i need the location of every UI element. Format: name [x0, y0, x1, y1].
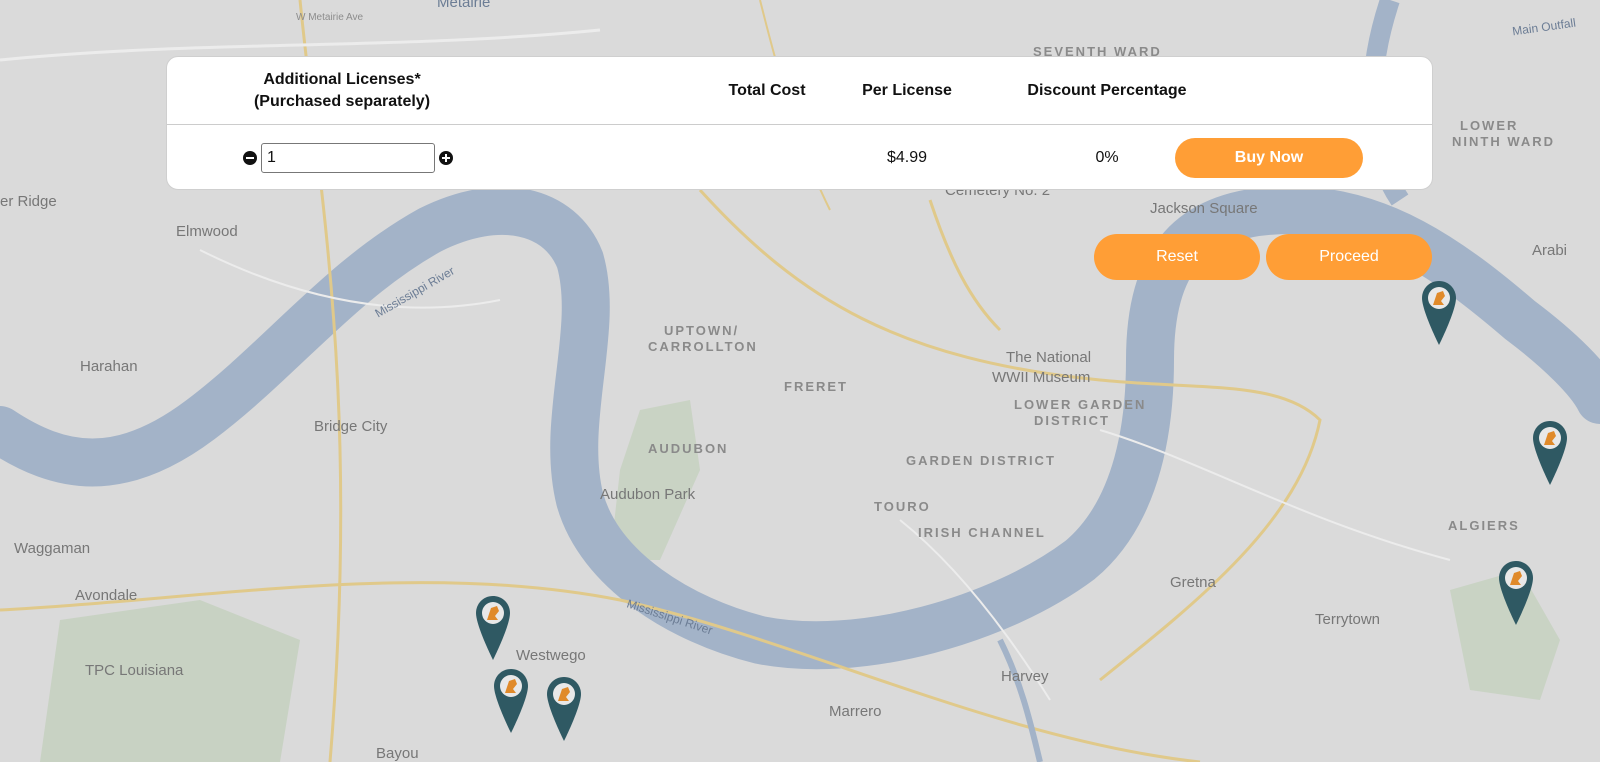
- map-label: Marrero: [829, 703, 882, 720]
- map-label: NINTH WARD: [1452, 134, 1556, 149]
- map-label: Terrytown: [1315, 611, 1381, 628]
- header-licenses-line2: (Purchased separately): [253, 93, 431, 110]
- table-header: Additional Licenses* (Purchased separate…: [167, 57, 1432, 125]
- map-label: Audubon Park: [600, 486, 696, 503]
- header-discount-percentage: Discount Percentage: [1027, 82, 1187, 99]
- map-label: Arabi: [1532, 242, 1568, 259]
- header-licenses-line1: Additional Licenses*: [263, 71, 421, 88]
- minus-circle-icon[interactable]: [243, 151, 257, 165]
- map-label: Bridge City: [314, 418, 388, 435]
- map-label: Harvey: [1001, 668, 1049, 685]
- map-pin-icon[interactable]: [492, 667, 530, 735]
- map-label: Elmwood: [176, 223, 238, 240]
- map-label: Metairie: [437, 0, 491, 11]
- map-label: Avondale: [75, 587, 138, 604]
- header-per-license: Per License: [862, 82, 952, 99]
- map-label: er Ridge: [0, 193, 57, 210]
- map-label: LOWER: [1460, 118, 1519, 133]
- map-label: UPTOWN/: [664, 323, 740, 338]
- map-label: IRISH CHANNEL: [918, 525, 1046, 540]
- map-label: TOURO: [874, 499, 931, 514]
- map-label: The National: [1006, 349, 1092, 366]
- map-label: W Metairie Ave: [296, 12, 364, 23]
- map-label: CARROLLTON: [648, 339, 758, 354]
- header-additional-licenses: Additional Licenses* (Purchased separate…: [227, 69, 457, 113]
- map-label: Westwego: [516, 647, 586, 664]
- header-total-cost: Total Cost: [728, 82, 806, 99]
- map-label: WWII Museum: [992, 369, 1091, 386]
- map-label: DISTRICT: [1034, 413, 1110, 428]
- map-pin-icon[interactable]: [1420, 279, 1458, 347]
- quantity-input[interactable]: [261, 143, 435, 173]
- map-label: Waggaman: [14, 540, 91, 557]
- map-label: ALGIERS: [1448, 518, 1520, 533]
- map-label: Harahan: [80, 358, 138, 375]
- map-label: Jackson Square: [1150, 200, 1258, 217]
- map-pin-icon[interactable]: [545, 675, 583, 743]
- map-label: GARDEN DISTRICT: [906, 453, 1056, 468]
- map-pin-icon[interactable]: [1531, 419, 1569, 487]
- map-label: AUDUBON: [648, 441, 729, 456]
- map-label: TPC Louisiana: [85, 662, 184, 679]
- reset-button[interactable]: Reset: [1094, 234, 1260, 280]
- per-license-value: $4.99: [886, 149, 928, 166]
- plus-circle-icon[interactable]: [439, 151, 453, 165]
- table-row: $4.99 0% Buy Now: [167, 125, 1432, 191]
- proceed-button[interactable]: Proceed: [1266, 234, 1432, 280]
- map-label: LOWER GARDEN: [1014, 397, 1147, 412]
- map-pin-icon[interactable]: [474, 594, 512, 662]
- quantity-stepper: [243, 142, 453, 174]
- map-label: FRERET: [784, 379, 848, 394]
- buy-now-button[interactable]: Buy Now: [1175, 138, 1363, 178]
- map-pin-icon[interactable]: [1497, 559, 1535, 627]
- map-label: Gretna: [1170, 574, 1216, 591]
- license-panel: Additional Licenses* (Purchased separate…: [166, 56, 1433, 190]
- map-label: Bayou: [376, 745, 419, 762]
